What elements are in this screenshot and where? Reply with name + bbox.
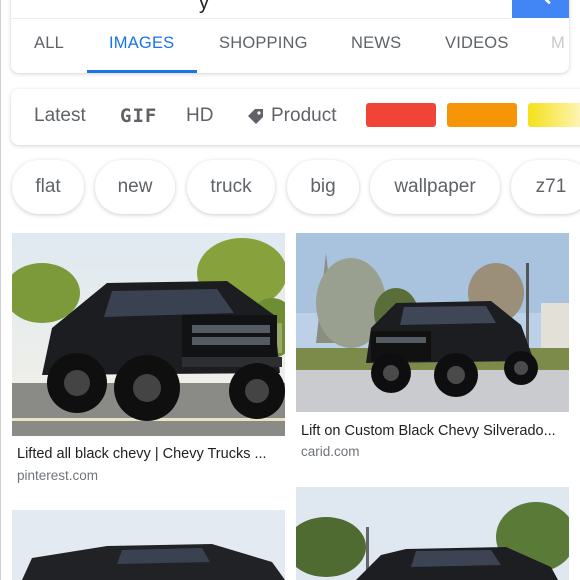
search-icon <box>544 0 551 4</box>
result-domain: carid.com <box>301 444 360 459</box>
result-image-lifted-chevy[interactable] <box>12 233 285 436</box>
tab-all[interactable]: ALL <box>34 34 64 53</box>
color-swatch-yellow[interactable] <box>528 103 580 127</box>
search-header: y ALL IMAGES SHOPPING NEWS VIDEOS M <box>11 0 569 73</box>
result-image-custom-silverado[interactable] <box>296 233 569 412</box>
search-button[interactable] <box>512 0 569 18</box>
left-frame-border <box>0 0 1 580</box>
active-tab-indicator <box>87 70 197 73</box>
search-input[interactable]: y <box>11 0 511 19</box>
search-tabs: ALL IMAGES SHOPPING NEWS VIDEOS M <box>11 18 569 73</box>
result-title[interactable]: Lift on Custom Black Chevy Silverado... <box>301 423 556 439</box>
chip-new[interactable]: new <box>95 160 175 214</box>
tab-news[interactable]: NEWS <box>351 34 401 53</box>
filter-bar: Latest GIF HD Product <box>11 89 580 145</box>
chip-truck[interactable]: truck <box>187 160 275 214</box>
result-title[interactable]: Lifted all black chevy | Chevy Trucks ..… <box>17 446 267 462</box>
chip-big[interactable]: big <box>287 160 359 214</box>
filter-gif[interactable]: GIF <box>120 105 157 127</box>
result-domain: pinterest.com <box>17 468 99 483</box>
color-swatch-red[interactable] <box>366 103 436 127</box>
result-image-black-truck-3[interactable] <box>296 487 569 580</box>
filter-hd[interactable]: HD <box>186 105 213 127</box>
tag-icon <box>248 109 263 124</box>
tab-more[interactable]: M <box>551 34 565 53</box>
chip-flat[interactable]: flat <box>12 160 84 214</box>
search-query-text: y <box>199 0 209 14</box>
tab-images[interactable]: IMAGES <box>109 34 174 53</box>
filter-latest[interactable]: Latest <box>34 105 86 127</box>
tab-shopping[interactable]: SHOPPING <box>219 34 308 53</box>
color-swatch-orange[interactable] <box>447 103 517 127</box>
result-image-black-truck-2[interactable] <box>12 510 285 580</box>
filter-product[interactable]: Product <box>271 105 336 127</box>
chip-wallpaper[interactable]: wallpaper <box>370 160 500 214</box>
tab-videos[interactable]: VIDEOS <box>445 34 509 53</box>
chip-z71[interactable]: z71 <box>511 160 580 214</box>
